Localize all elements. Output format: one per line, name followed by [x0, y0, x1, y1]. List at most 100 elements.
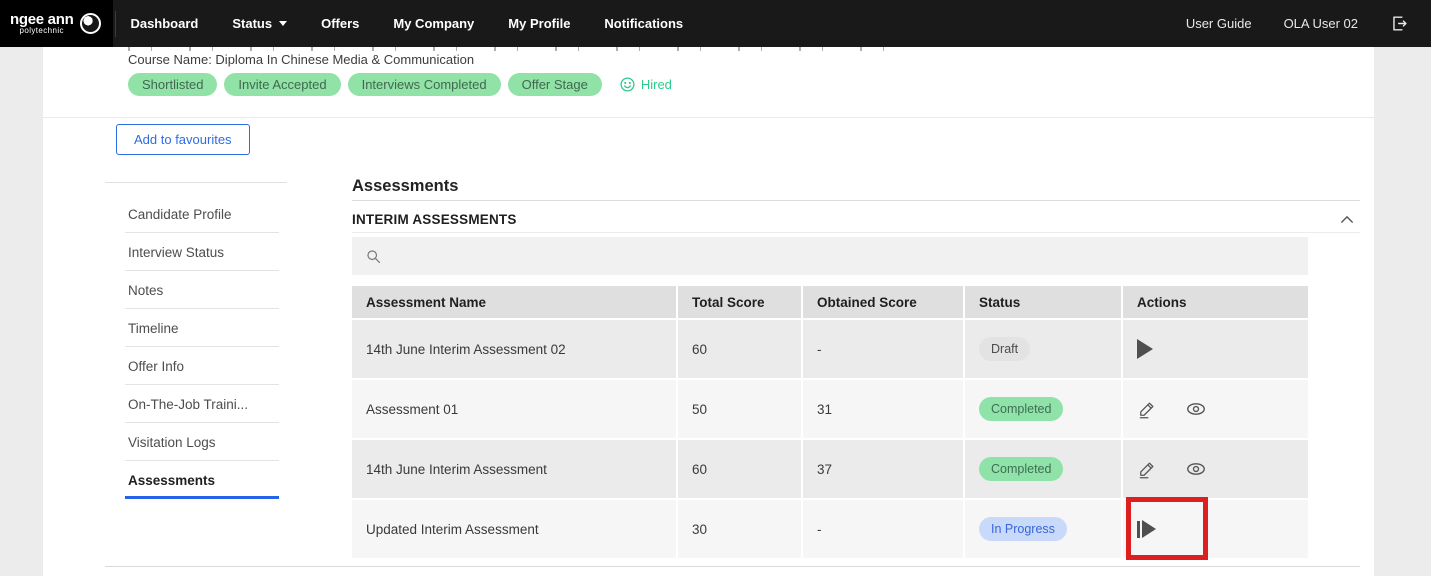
page-title: Assessments [352, 177, 458, 196]
nav-item-notifications[interactable]: Notifications [604, 16, 683, 31]
table-row: 14th June Interim Assessment 0260-Draft [352, 320, 1308, 378]
section-title: INTERIM ASSESSMENTS [352, 212, 517, 227]
cell-total-score: 50 [678, 380, 801, 438]
nav-item-label: Notifications [604, 16, 683, 31]
status-badge-in-progress: In Progress [979, 517, 1067, 541]
sidebar-item-assessments[interactable]: Assessments [105, 461, 287, 499]
smiley-icon [619, 76, 636, 93]
sidebar-item-label: Timeline [128, 321, 179, 336]
sidebar-item-on-the-job-traini[interactable]: On-The-Job Traini... [105, 385, 287, 423]
nav-item-label: Status [232, 16, 272, 31]
divider [352, 200, 1360, 201]
status-badge-completed: Completed [979, 397, 1063, 421]
resume-action-icon[interactable] [1137, 520, 1156, 538]
cell-assessment-name: Updated Interim Assessment [352, 500, 676, 558]
edit-action-icon[interactable] [1137, 399, 1157, 419]
cell-actions [1123, 320, 1308, 378]
column-header-assessment-name: Assessment Name [352, 286, 676, 318]
sidebar-item-label: Assessments [128, 473, 215, 488]
course-name-line: Course Name: Diploma In Chinese Media & … [128, 52, 474, 67]
cell-obtained-score: - [803, 320, 963, 378]
logo-line1: ngee ann [10, 12, 73, 27]
play-action-icon[interactable] [1137, 339, 1153, 359]
cell-actions [1123, 380, 1308, 438]
view-action-icon[interactable] [1185, 398, 1207, 420]
sidebar-item-label: Offer Info [128, 359, 184, 374]
chevron-up-icon[interactable] [1340, 215, 1354, 224]
cell-status: Draft [965, 320, 1121, 378]
cell-assessment-name: 14th June Interim Assessment [352, 440, 676, 498]
cell-status: In Progress [965, 500, 1121, 558]
sidebar-item-label: On-The-Job Traini... [128, 397, 248, 412]
nav-item-my-profile[interactable]: My Profile [508, 16, 570, 31]
nav-divider [115, 11, 116, 37]
sidebar-item-visitation-logs[interactable]: Visitation Logs [105, 423, 287, 461]
stage-badge-offer-stage: Offer Stage [508, 73, 602, 96]
cell-total-score: 60 [678, 320, 801, 378]
table-header-row: Assessment NameTotal ScoreObtained Score… [352, 286, 1308, 318]
stage-badge-invite-accepted: Invite Accepted [224, 73, 340, 96]
add-to-favourites-button[interactable]: Add to favourites [116, 124, 250, 155]
sidebar-item-offer-info[interactable]: Offer Info [105, 347, 287, 385]
nav-item-label: Offers [321, 16, 359, 31]
sidebar-item-candidate-profile[interactable]: Candidate Profile [105, 195, 287, 233]
cell-obtained-score: - [803, 500, 963, 558]
nav-right: User Guide OLA User 02 [1186, 14, 1431, 33]
cell-total-score: 30 [678, 500, 801, 558]
nav-item-label: My Profile [508, 16, 570, 31]
nav-item-offers[interactable]: Offers [321, 16, 359, 31]
user-menu[interactable]: OLA User 02 [1284, 16, 1358, 31]
hired-status: Hired [619, 76, 672, 93]
sidebar-item-timeline[interactable]: Timeline [105, 309, 287, 347]
logo-text: ngee ann polytechnic [10, 12, 73, 35]
stage-badge-shortlisted: Shortlisted [128, 73, 217, 96]
section-sidebar: Candidate Profile Interview Status Notes Ti… [105, 182, 287, 499]
logo-line2: polytechnic [10, 27, 73, 35]
edit-action-icon[interactable] [1137, 459, 1157, 479]
search-icon [365, 248, 382, 265]
nav-item-status[interactable]: Status [232, 16, 287, 31]
divider [352, 232, 1360, 233]
divider [43, 117, 1374, 118]
cell-status: Completed [965, 380, 1121, 438]
table-row: Updated Interim Assessment30-In Progress [352, 500, 1308, 558]
cell-status: Completed [965, 440, 1121, 498]
clipped-text-remnants [128, 47, 898, 51]
cell-actions [1123, 500, 1308, 558]
sidebar-item-interview-status[interactable]: Interview Status [105, 233, 287, 271]
column-header-obtained-score: Obtained Score [803, 286, 963, 318]
logo-emblem-icon [80, 13, 101, 34]
nav-item-my-company[interactable]: My Company [393, 16, 474, 31]
caret-down-icon [279, 21, 287, 26]
user-guide-link[interactable]: User Guide [1186, 16, 1252, 31]
column-header-total-score: Total Score [678, 286, 801, 318]
interim-assessments-section-header[interactable]: INTERIM ASSESSMENTS [352, 207, 1360, 232]
sidebar-item-label: Visitation Logs [128, 435, 216, 450]
nav-item-dashboard[interactable]: Dashboard [130, 16, 198, 31]
sidebar-item-label: Candidate Profile [128, 207, 232, 222]
assessments-table: Assessment NameTotal ScoreObtained Score… [352, 286, 1308, 560]
search-input[interactable] [352, 237, 1308, 275]
table-row: Assessment 015031 Completed [352, 380, 1308, 438]
view-action-icon[interactable] [1185, 458, 1207, 480]
hired-label: Hired [641, 77, 672, 92]
cell-actions [1123, 440, 1308, 498]
sidebar-item-label: Interview Status [128, 245, 224, 260]
cell-total-score: 60 [678, 440, 801, 498]
stage-badges-row: Shortlisted Invite Accepted Interviews Com… [128, 73, 672, 96]
status-badge-draft: Draft [979, 337, 1030, 361]
nav-menu: Dashboard Status Offers My Company My Profil… [130, 16, 683, 31]
nav-item-label: My Company [393, 16, 474, 31]
ngee-ann-logo[interactable]: ngee ann polytechnic [0, 0, 113, 47]
stage-badge-interviews-completed: Interviews Completed [348, 73, 501, 96]
column-header-status: Status [965, 286, 1121, 318]
table-row: 14th June Interim Assessment6037Complete… [352, 440, 1308, 498]
cell-obtained-score: 31 [803, 380, 963, 438]
column-header-actions: Actions [1123, 286, 1308, 318]
sidebar-item-label: Notes [128, 283, 163, 298]
cell-assessment-name: Assessment 01 [352, 380, 676, 438]
sidebar-item-notes[interactable]: Notes [105, 271, 287, 309]
logout-icon[interactable] [1390, 14, 1409, 33]
divider [105, 566, 1360, 567]
top-navbar: ngee ann polytechnic Dashboard Status Offe… [0, 0, 1431, 47]
